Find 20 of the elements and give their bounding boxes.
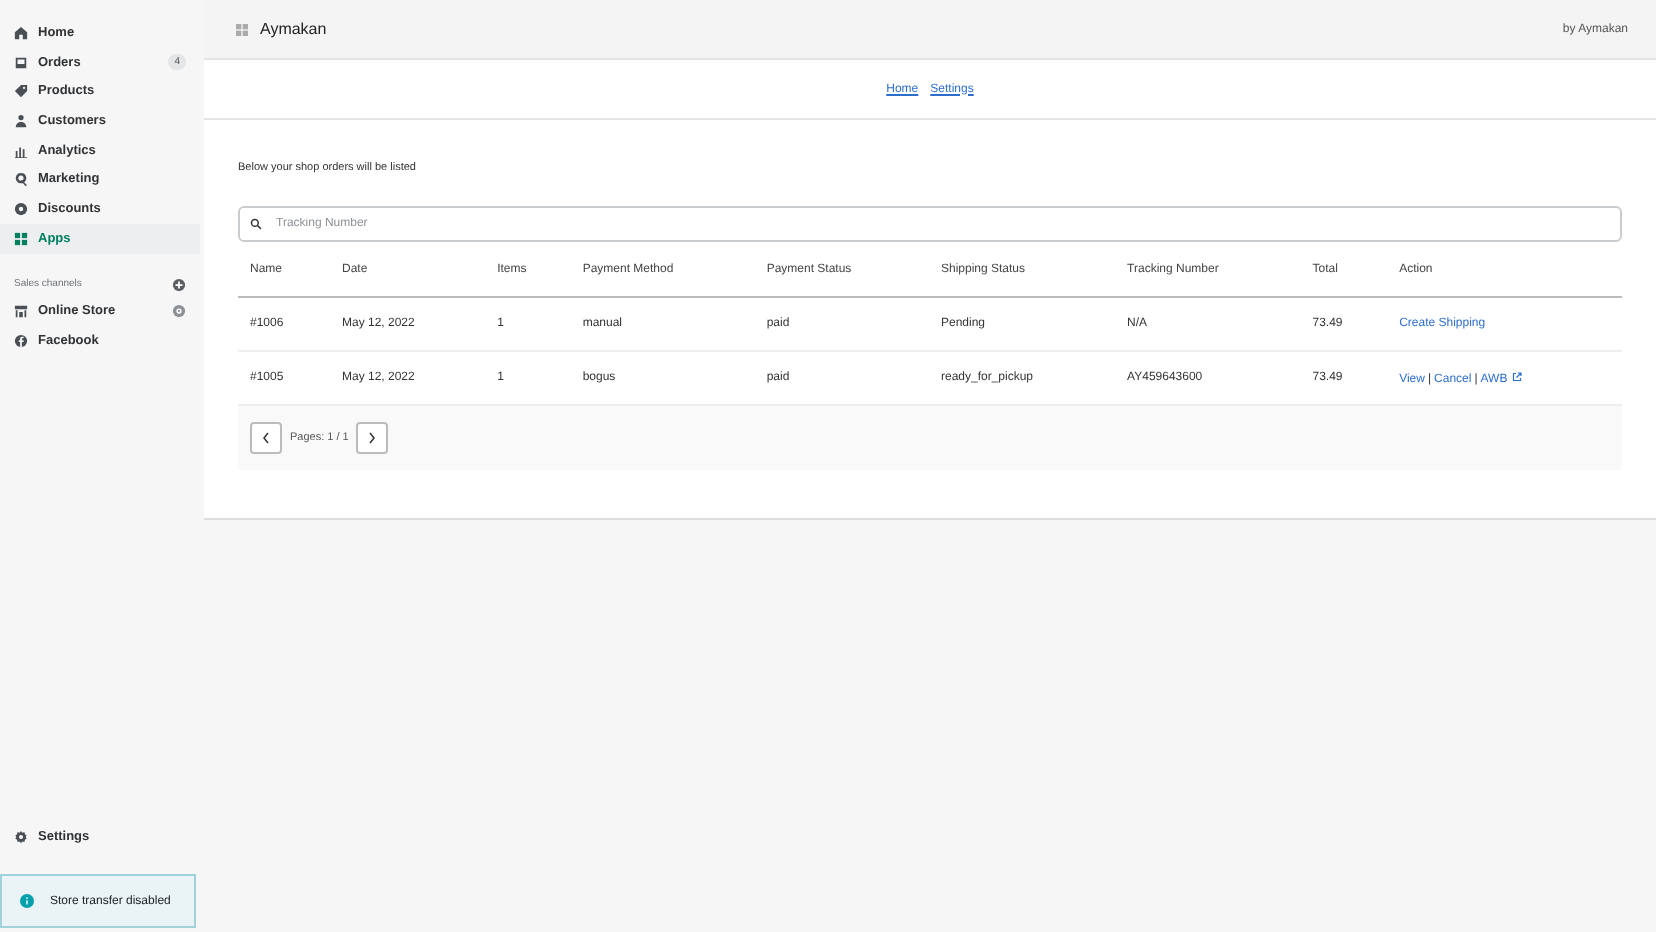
person-icon [14, 113, 28, 128]
info-icon [20, 894, 34, 908]
next-button[interactable] [356, 422, 389, 454]
chevron-right-icon [368, 432, 377, 444]
store-icon [14, 304, 28, 319]
inbox-icon [14, 55, 28, 70]
add-icon [172, 277, 186, 291]
grid-icon [236, 23, 248, 35]
search-icon [250, 218, 262, 230]
chevron-left-icon [262, 432, 270, 444]
home-icon [14, 25, 28, 40]
previous-button[interactable] [250, 422, 282, 454]
badge-icon [14, 201, 28, 216]
bar-chart-icon [14, 143, 28, 158]
tag-icon [14, 84, 28, 99]
settings-icon [14, 830, 28, 845]
apps-icon [14, 231, 28, 246]
external-link-icon [1511, 371, 1522, 381]
circle-f-icon [14, 334, 28, 349]
app-title: Aymakan [260, 20, 329, 38]
